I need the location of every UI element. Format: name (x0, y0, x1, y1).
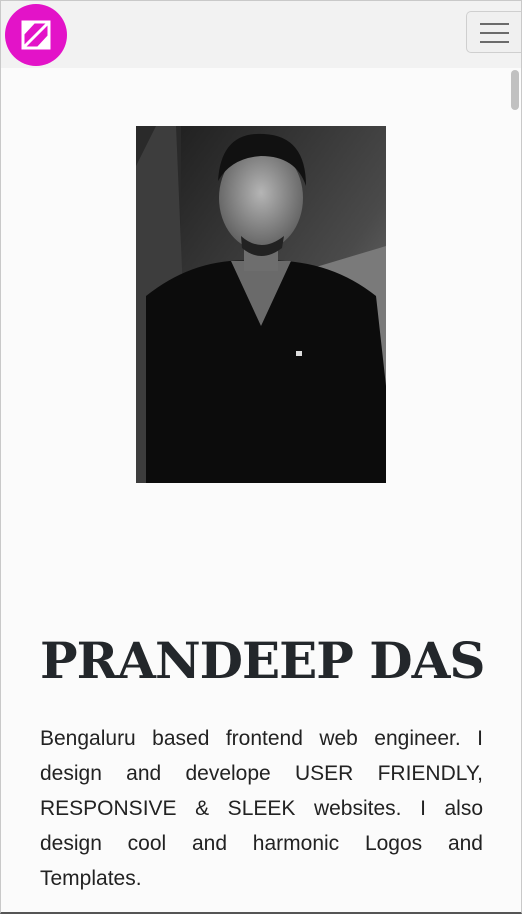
profile-photo (136, 126, 386, 483)
hamburger-bar (480, 41, 509, 43)
scrollbar[interactable] (510, 68, 520, 908)
hamburger-bar (480, 32, 509, 34)
navbar (0, 0, 522, 68)
hamburger-bar (480, 23, 509, 25)
brand-logo-icon[interactable] (5, 4, 67, 66)
hamburger-menu-button[interactable] (466, 11, 522, 53)
scrollbar-thumb[interactable] (511, 70, 519, 110)
profile-name: PRANDEEP DAS (40, 631, 486, 690)
profile-bio: Bengaluru based frontend web engineer. I… (40, 727, 483, 890)
